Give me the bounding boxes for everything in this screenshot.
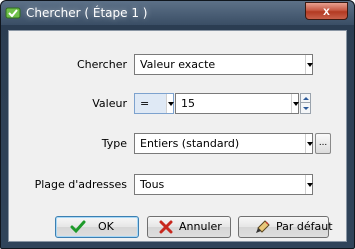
ok-button[interactable]: OK	[55, 216, 139, 238]
valeur-value: 15	[181, 97, 195, 110]
window-title: Chercher ( Étape 1 )	[26, 6, 148, 20]
par-defaut-button[interactable]: Par défaut	[238, 216, 333, 238]
close-button[interactable]: x	[305, 2, 348, 20]
title-bar[interactable]: Chercher ( Étape 1 ) x	[1, 1, 354, 25]
par-defaut-label: Par défaut	[276, 220, 333, 233]
check-icon	[70, 220, 86, 234]
chevron-down-icon[interactable]	[291, 94, 299, 113]
annuler-button[interactable]: Annuler	[147, 216, 231, 238]
annuler-label: Annuler	[179, 220, 222, 233]
chercher-value: Valeur exacte	[140, 58, 216, 71]
app-icon	[5, 7, 21, 19]
plage-select[interactable]: Tous	[134, 174, 313, 195]
spin-up-icon[interactable]	[301, 94, 310, 103]
operator-select[interactable]: =	[134, 93, 174, 114]
plage-value: Tous	[140, 178, 165, 191]
dialog-client-area: Chercher Valeur exacte Valeur = 15 Type …	[8, 30, 347, 242]
type-value: Entiers (standard)	[140, 137, 240, 150]
type-browse-button[interactable]: ...	[315, 133, 331, 154]
brush-icon	[256, 220, 270, 233]
valeur-label: Valeur	[92, 97, 127, 110]
operator-value: =	[140, 97, 150, 110]
cancel-icon	[159, 220, 173, 234]
ok-label: OK	[98, 220, 114, 233]
type-label: Type	[101, 137, 127, 150]
plage-label: Plage d'adresses	[34, 178, 127, 191]
valeur-input[interactable]: 15	[175, 93, 299, 114]
type-select[interactable]: Entiers (standard)	[134, 133, 313, 154]
chevron-down-icon[interactable]	[305, 134, 313, 153]
chercher-label: Chercher	[76, 58, 127, 71]
chercher-select[interactable]: Valeur exacte	[134, 54, 313, 75]
chevron-down-icon[interactable]	[305, 55, 313, 74]
chevron-down-icon[interactable]	[305, 175, 313, 194]
dialog-window: Chercher ( Étape 1 ) x Chercher Valeur e…	[0, 0, 355, 249]
chevron-down-icon[interactable]	[166, 94, 174, 113]
spin-down-icon[interactable]	[301, 104, 310, 113]
valeur-spinner[interactable]	[300, 93, 311, 114]
